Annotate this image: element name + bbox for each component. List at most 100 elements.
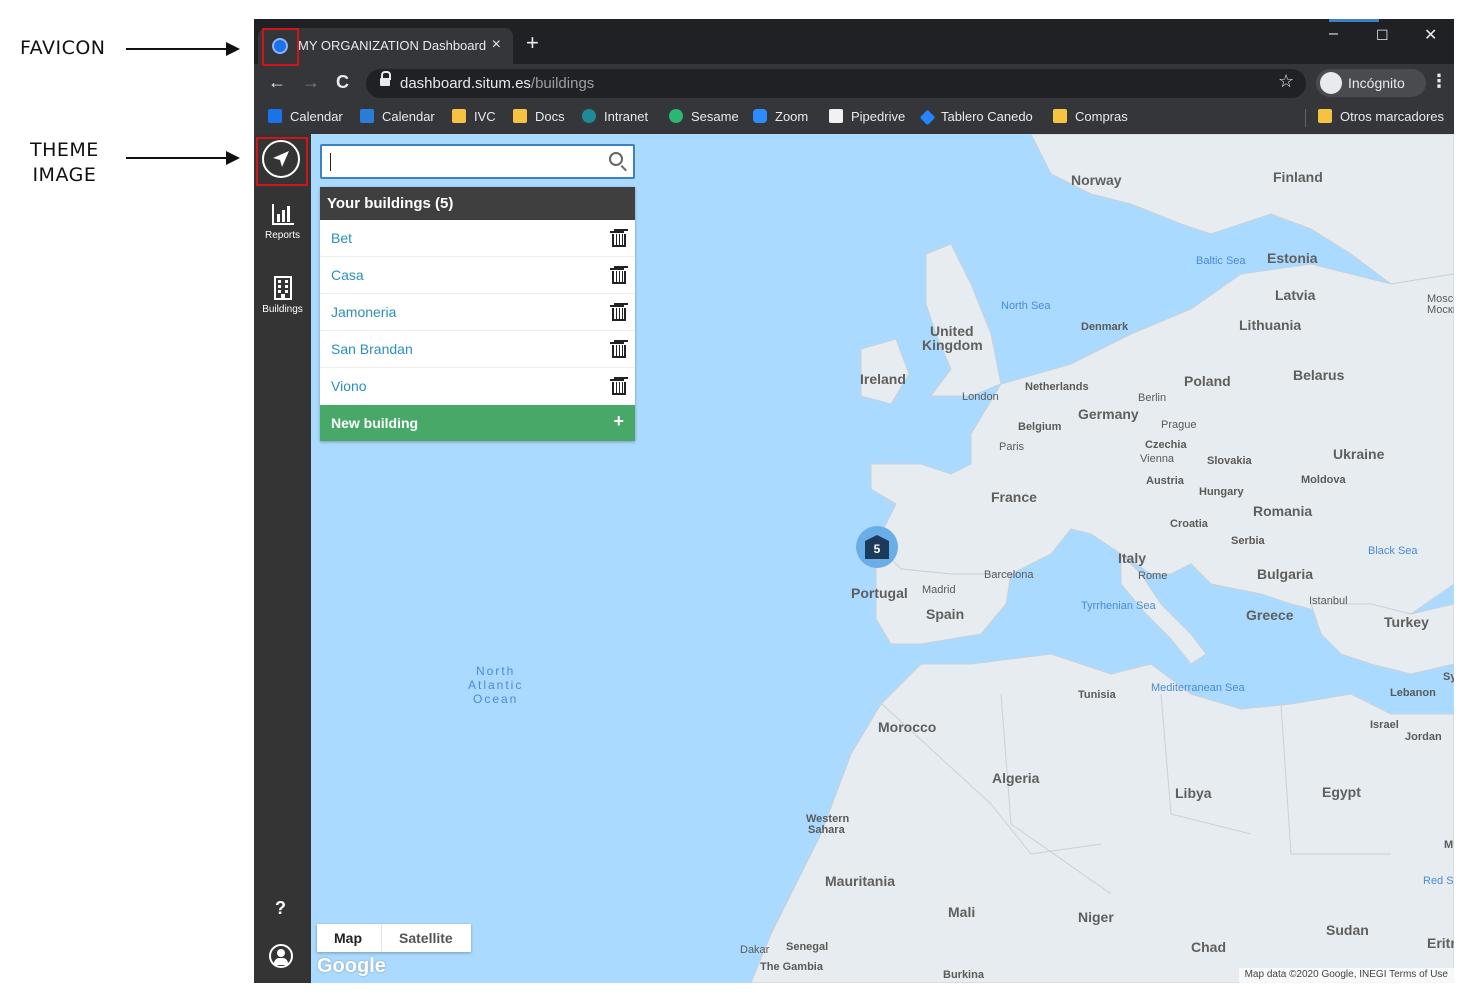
trash-icon[interactable] [610, 268, 626, 284]
trash-icon[interactable] [610, 379, 626, 395]
building-name[interactable]: San Brandan [331, 341, 413, 357]
bookmark-pipedrive[interactable]: Pipedrive [829, 109, 905, 124]
window-close-button[interactable]: ✕ [1424, 25, 1437, 45]
building-name[interactable]: Bet [331, 230, 352, 246]
list-item[interactable]: Casa [320, 257, 635, 294]
map[interactable]: Norway Finland Baltic Sea Estonia Latvia… [311, 134, 1454, 983]
bookmark-calendar-2[interactable]: Calendar [360, 109, 435, 124]
map-label: North Atlantic Ocean [468, 664, 523, 706]
list-item[interactable]: Jamoneria [320, 294, 635, 331]
new-tab-button[interactable]: + [526, 32, 539, 54]
map-attribution[interactable]: Map data ©2020 Google, INEGI Terms of Us… [1238, 968, 1454, 983]
trash-icon[interactable] [610, 231, 626, 247]
map-label: Madrid [922, 584, 956, 596]
map-label: Denmark [1081, 321, 1129, 333]
maximize-button[interactable]: ☐ [1376, 27, 1389, 44]
bookmark-sesame[interactable]: Sesame [669, 109, 739, 124]
trash-icon[interactable] [610, 342, 626, 358]
map-label: Mediterranean Sea [1151, 682, 1245, 694]
search-icon[interactable] [609, 152, 623, 166]
bookmarks-separator [1305, 109, 1306, 127]
map-type-map-button[interactable]: Map [334, 930, 362, 946]
search-input[interactable] [320, 144, 635, 179]
map-label: Lebanon [1390, 687, 1436, 699]
reload-button[interactable]: C [336, 72, 349, 93]
forward-button[interactable]: → [302, 72, 320, 93]
list-item[interactable]: Bet [320, 220, 635, 257]
user-avatar-icon[interactable] [269, 944, 293, 968]
incognito-label: Incógnito [1348, 75, 1405, 91]
bookmark-label: Calendar [290, 109, 343, 124]
folder-icon [452, 109, 466, 123]
map-type-satellite-button[interactable]: Satellite [399, 930, 453, 946]
browser-menu-icon[interactable]: ⋮ [1430, 71, 1448, 92]
map-label: Libya [1175, 785, 1212, 801]
map-label: Niger [1078, 909, 1114, 925]
google-logo: Google [317, 955, 386, 977]
map-label: Egypt [1322, 784, 1361, 800]
bookmark-intranet[interactable]: Intranet [582, 109, 648, 124]
bookmark-zoom[interactable]: Zoom [753, 109, 808, 124]
zoom-icon [753, 109, 767, 123]
map-label: Ireland [860, 371, 906, 387]
map-label: Mali [948, 904, 976, 920]
bookmark-tablero[interactable]: Tablero Canedo [919, 109, 1033, 126]
bookmark-label: Compras [1075, 109, 1128, 124]
address-bar[interactable]: dashboard.situm.es/buildings [366, 69, 1306, 98]
map-label: Romania [1253, 503, 1313, 519]
map-label: Spain [926, 606, 965, 622]
building-name[interactable]: Casa [331, 267, 364, 283]
bookmark-compras[interactable]: Compras [1053, 109, 1128, 124]
map-label: Barcelona [984, 569, 1034, 581]
accent-bar [1329, 19, 1379, 22]
map-label: Senegal [786, 941, 829, 953]
sidebar-item-buildings[interactable]: Buildings [254, 276, 311, 315]
app-area: Reports Buildings ? Norway Finland Balti… [254, 134, 1454, 983]
sesame-icon [669, 109, 683, 123]
building-name[interactable]: Viono [331, 378, 367, 394]
incognito-badge[interactable]: Incógnito [1316, 69, 1426, 97]
map-label: Poland [1184, 373, 1231, 389]
sidebar-reports-label: Reports [264, 230, 300, 241]
map-label: Paris [999, 441, 1025, 453]
cluster-count: 5 [865, 535, 889, 559]
map-label: North Sea [1001, 300, 1051, 312]
bookmark-label: IVC [474, 109, 496, 124]
bookmark-docs[interactable]: Docs [513, 109, 565, 124]
bookmark-ivc[interactable]: IVC [452, 109, 496, 124]
new-building-button[interactable]: New building + [320, 405, 635, 441]
bookmark-star-icon[interactable]: ☆ [1278, 71, 1294, 92]
bookmark-label: Calendar [382, 109, 435, 124]
map-label: Moldova [1301, 474, 1346, 486]
tab-close-icon[interactable]: × [492, 36, 501, 54]
list-item[interactable]: San Brandan [320, 331, 635, 368]
ocean-label-line2: Atlantic [468, 678, 524, 692]
sidebar-item-reports[interactable]: Reports [254, 202, 311, 241]
incognito-icon [1320, 72, 1342, 94]
calendar-icon [268, 109, 282, 123]
theme-arrow [126, 151, 240, 165]
map-label: Morocco [878, 719, 937, 735]
map-label: Prague [1161, 419, 1197, 431]
building-cluster-marker[interactable]: 5 [856, 526, 898, 568]
trash-icon[interactable] [610, 305, 626, 321]
map-label: Greece [1246, 607, 1294, 623]
tab-strip: MY ORGANIZATION Dashboard × + – ☐ ✕ [254, 19, 1454, 64]
map-label: Czechia [1145, 439, 1187, 451]
list-item[interactable]: Viono [320, 368, 635, 405]
building-name[interactable]: Jamoneria [331, 304, 396, 320]
bookmark-label: Pipedrive [851, 109, 906, 124]
map-label: Ukraine [1333, 446, 1385, 462]
map-label: Berlin [1138, 392, 1167, 404]
back-button[interactable]: ← [268, 72, 286, 93]
favicon-highlight-box [262, 28, 299, 66]
bookmark-other[interactable]: Otros marcadores [1318, 109, 1444, 124]
help-icon[interactable]: ? [275, 898, 286, 919]
map-label: Germany [1078, 406, 1139, 422]
map-label: Mauritania [825, 873, 896, 889]
browser-window: MY ORGANIZATION Dashboard × + – ☐ ✕ ← → … [254, 19, 1454, 983]
map-label: Rome [1138, 570, 1168, 582]
bookmark-calendar-1[interactable]: Calendar [268, 109, 343, 124]
minimize-button[interactable]: – [1329, 25, 1338, 43]
map-label: Belgium [1018, 421, 1062, 433]
